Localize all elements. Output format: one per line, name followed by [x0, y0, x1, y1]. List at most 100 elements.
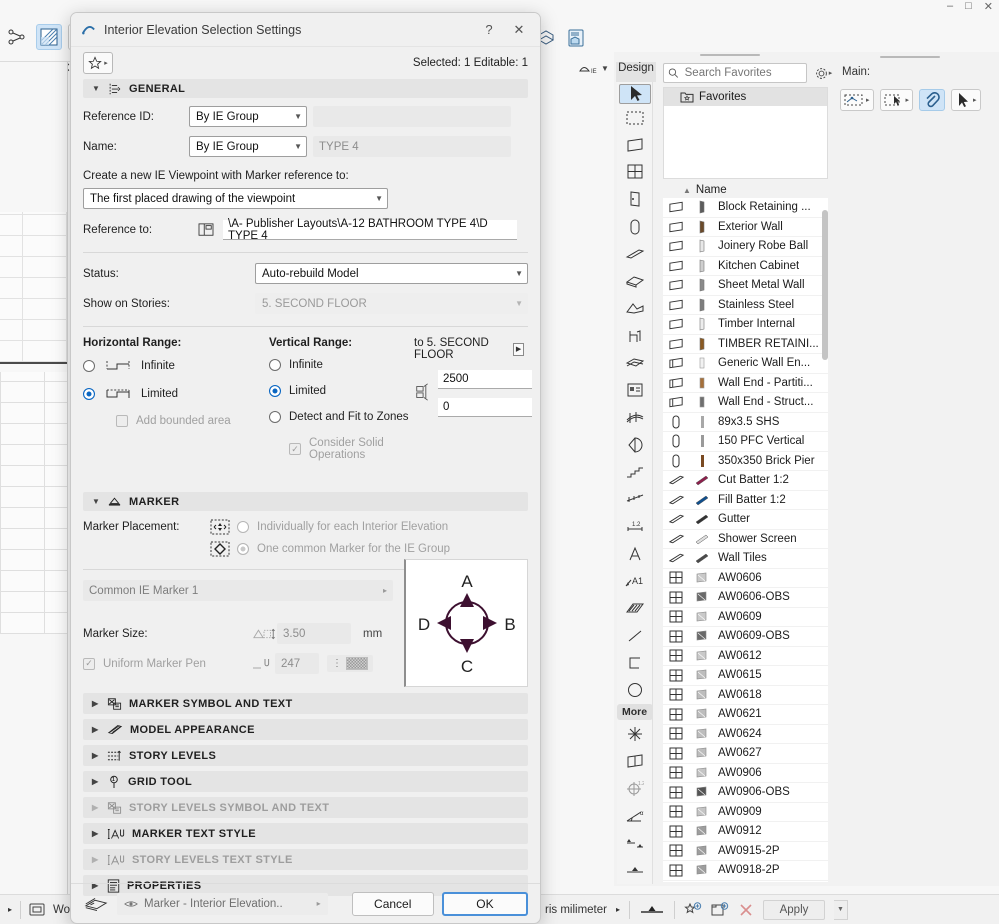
horizontal-limited-row[interactable]: Limited: [83, 387, 269, 401]
apply-dropdown-button[interactable]: ▼: [834, 899, 848, 920]
hotspot-icon[interactable]: 1.2: [619, 775, 651, 802]
favorite-item[interactable]: AW0621: [663, 705, 828, 725]
marker-individual-radio[interactable]: [237, 521, 249, 533]
maximize-icon[interactable]: □: [965, 0, 972, 13]
layout-book-icon[interactable]: [189, 223, 223, 237]
pen-color-picker[interactable]: ⋮: [327, 655, 373, 672]
horizontal-infinite-row[interactable]: Infinite: [83, 359, 269, 373]
section-marker-symbol-and-text[interactable]: ▶ MARKER SYMBOL AND TEXT: [83, 693, 528, 714]
angle-dimension-icon[interactable]: α: [619, 802, 651, 829]
show-on-stories-select[interactable]: 5. SECOND FLOOR ▼: [255, 293, 528, 314]
chevron-right-icon[interactable]: ▶: [92, 803, 100, 812]
status-caret[interactable]: ▸: [8, 905, 12, 914]
favorites-list[interactable]: Block Retaining ... Exterior Wall Joinery …: [663, 198, 828, 882]
favorite-item[interactable]: Cut Batter 1:2: [663, 471, 828, 491]
paperclip-button[interactable]: [919, 89, 946, 111]
zone-tool-icon[interactable]: [619, 377, 651, 404]
slab-tool-icon[interactable]: [619, 268, 651, 295]
stair-tool-icon[interactable]: [619, 458, 651, 485]
section-marker[interactable]: ▼ MARKER: [83, 492, 528, 511]
favorite-item[interactable]: Timber Internal: [663, 315, 828, 335]
consider-solid-operations-row[interactable]: ✓ Consider Solid Operations: [289, 437, 414, 461]
marquee-tool-icon[interactable]: [619, 104, 651, 131]
favorites-list-header[interactable]: ▲ Name: [663, 182, 828, 198]
arrow-tool-icon[interactable]: [618, 84, 651, 104]
favorite-item[interactable]: AW0615: [663, 666, 828, 686]
uniform-marker-pen-checkbox[interactable]: ✓: [83, 657, 95, 670]
favorite-item[interactable]: AW0618: [663, 686, 828, 705]
marker-common-radio[interactable]: [237, 543, 249, 555]
search-input[interactable]: [682, 66, 802, 80]
column-header-name[interactable]: Name: [696, 184, 727, 196]
favorite-item[interactable]: 150 PFC Vertical: [663, 432, 828, 452]
help-icon[interactable]: ?: [478, 22, 500, 37]
section-story-levels[interactable]: ▶ STORY LEVELS: [83, 745, 528, 766]
drawing-canvas[interactable]: [0, 62, 68, 896]
favorite-item[interactable]: Wall End - Partiti...: [663, 374, 828, 393]
favorite-item[interactable]: AW0627: [663, 744, 828, 764]
favorite-item[interactable]: AW0606: [663, 569, 828, 588]
favorite-item[interactable]: AW0909: [663, 803, 828, 822]
beam-tool-icon[interactable]: [619, 240, 651, 267]
circle-tool-icon[interactable]: [619, 677, 651, 704]
consider-solid-operations-checkbox[interactable]: ✓: [289, 443, 301, 455]
favorite-item[interactable]: AW0606-OBS: [663, 588, 828, 608]
favorite-item[interactable]: Gutter: [663, 510, 828, 530]
favorite-item[interactable]: Shower Screen: [663, 530, 828, 549]
favorites-settings-button[interactable]: ▸: [811, 63, 835, 83]
name-select[interactable]: By IE Group ▼: [189, 136, 307, 157]
column-tool-icon[interactable]: [619, 213, 651, 240]
text-tool-icon[interactable]: [619, 540, 651, 567]
window-tool-icon[interactable]: [619, 159, 651, 186]
favorite-item[interactable]: AW0906: [663, 764, 828, 783]
section-marker-text-style[interactable]: ▶ MARKER TEXT STYLE: [83, 823, 528, 844]
door-tool-icon[interactable]: [619, 186, 651, 213]
vertical-bottom-value[interactable]: 0: [438, 398, 532, 417]
toolbox-more-label[interactable]: More: [616, 703, 653, 721]
roof-tool-icon[interactable]: [619, 295, 651, 322]
section-story-levels-symbol-and-text[interactable]: ▶ STORY LEVELS SYMBOL AND TEXT: [83, 797, 528, 818]
favorite-item[interactable]: AW0906-OBS: [663, 783, 828, 803]
section-general[interactable]: ▼ GENERAL: [83, 79, 528, 98]
favorites-scroll-thumb[interactable]: [822, 210, 828, 360]
horizontal-limited-radio[interactable]: [83, 388, 95, 400]
section-grid-tool[interactable]: ▶ 1 GRID TOOL: [83, 771, 528, 792]
favorite-item[interactable]: AW0612: [663, 647, 828, 666]
new-favorite-folder-icon[interactable]: [711, 901, 729, 918]
marquee-select-button[interactable]: ▸: [879, 89, 914, 111]
sort-ascending-icon[interactable]: ▲: [683, 186, 691, 195]
detect-fit-zones-radio[interactable]: [269, 411, 281, 423]
marker-size-field[interactable]: 3.50: [277, 623, 351, 644]
reference-id-select[interactable]: By IE Group ▼: [189, 106, 307, 127]
spline-star-icon[interactable]: [619, 720, 651, 747]
favorite-item[interactable]: Exterior Wall: [663, 218, 828, 237]
chevron-right-icon[interactable]: ▶: [92, 725, 100, 734]
vertical-infinite-row[interactable]: Infinite: [269, 359, 414, 371]
status-select[interactable]: Auto-rebuild Model ▼: [255, 263, 528, 284]
favorite-item[interactable]: TIMBER RETAINI...: [663, 335, 828, 354]
dimension-tool-icon[interactable]: 1.2: [619, 513, 651, 540]
section-story-levels-text-style[interactable]: ▶ STORY LEVELS TEXT STYLE: [83, 849, 528, 870]
favorite-item[interactable]: AW0912: [663, 822, 828, 842]
section-model-appearance[interactable]: ▶ MODEL APPEARANCE: [83, 719, 528, 740]
wall-tool-icon[interactable]: [619, 131, 651, 158]
favorite-item[interactable]: AW0609: [663, 608, 828, 627]
window-mode-icon[interactable]: [29, 903, 45, 916]
snap-guide-button[interactable]: ▸: [840, 89, 874, 111]
ok-button[interactable]: OK: [441, 891, 529, 916]
add-bounded-area-checkbox[interactable]: [116, 415, 128, 427]
create-viewpoint-select[interactable]: The first placed drawing of the viewpoin…: [83, 188, 388, 209]
chevron-down-icon[interactable]: ▼: [92, 84, 100, 93]
favorite-item[interactable]: AW0624: [663, 725, 828, 744]
panel-drag-grip[interactable]: [700, 54, 760, 56]
cancel-button[interactable]: Cancel: [351, 891, 434, 916]
morph-tool-icon[interactable]: [619, 431, 651, 458]
hatch-fill-icon[interactable]: [36, 23, 62, 50]
vertical-top-value[interactable]: 2500: [438, 370, 532, 389]
favorite-item[interactable]: Kitchen Cabinet: [663, 257, 828, 276]
favorites-button[interactable]: ▸: [83, 52, 113, 74]
building-document-icon[interactable]: [566, 28, 586, 48]
favorites-tree[interactable]: Favorites: [663, 87, 828, 179]
favorite-item[interactable]: Sheet Metal Wall: [663, 276, 828, 296]
arrow-mode-button[interactable]: ▸: [951, 89, 981, 111]
